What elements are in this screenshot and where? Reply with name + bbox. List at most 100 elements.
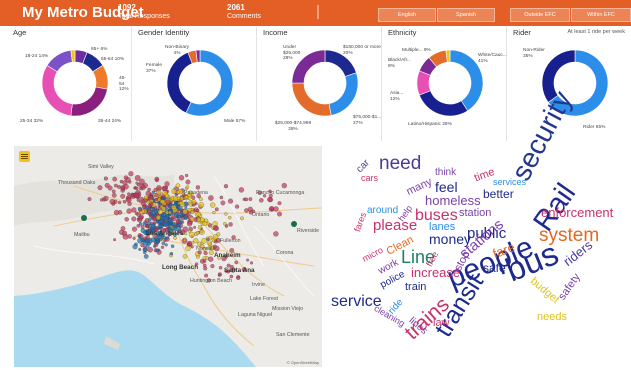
within-efc-button[interactable]: Within EFC bbox=[571, 8, 631, 22]
response-point bbox=[193, 238, 199, 244]
response-point bbox=[165, 210, 169, 215]
response-point bbox=[277, 201, 282, 206]
english-button[interactable]: English bbox=[378, 8, 436, 22]
response-point bbox=[122, 199, 127, 204]
map-label-san-clemente: San Clemente bbox=[276, 332, 310, 338]
outside-efc-button[interactable]: Outside EFC bbox=[510, 8, 570, 22]
map-marker[interactable] bbox=[291, 221, 297, 227]
gender-donut[interactable] bbox=[164, 47, 236, 119]
response-point bbox=[137, 234, 142, 239]
response-point bbox=[193, 225, 197, 229]
word-enforcement[interactable]: enforcement bbox=[541, 206, 613, 219]
word-law[interactable]: law bbox=[433, 318, 450, 329]
response-point bbox=[249, 261, 254, 265]
map-attribution: © OpenStreetMap bbox=[286, 360, 319, 365]
response-point bbox=[120, 193, 126, 199]
response-point bbox=[132, 244, 138, 250]
response-point bbox=[208, 195, 214, 201]
gender-card[interactable]: Gender Identity Non-Binary 4% Female 37%… bbox=[136, 27, 257, 141]
age-label-65plus: 65+ 6% bbox=[91, 47, 108, 52]
response-point bbox=[179, 201, 183, 205]
response-point bbox=[223, 184, 229, 189]
response-point bbox=[154, 197, 158, 201]
response-point bbox=[156, 226, 160, 230]
map-label-mission-viejo: Mission Viejo bbox=[272, 306, 304, 312]
response-point bbox=[155, 220, 159, 224]
response-point bbox=[277, 211, 282, 217]
donut-segment[interactable] bbox=[418, 90, 469, 117]
word-fares[interactable]: fares bbox=[352, 211, 368, 233]
response-point bbox=[177, 196, 181, 201]
response-point bbox=[131, 207, 137, 213]
response-point bbox=[202, 259, 207, 263]
word-better[interactable]: better bbox=[483, 188, 514, 200]
spanish-button[interactable]: Spanish bbox=[437, 8, 495, 22]
word-budget[interactable]: budget bbox=[528, 275, 561, 306]
word-please[interactable]: please bbox=[373, 218, 417, 233]
response-point bbox=[170, 244, 175, 248]
response-point bbox=[236, 275, 240, 279]
response-point bbox=[117, 185, 122, 189]
response-point bbox=[164, 185, 169, 190]
response-point bbox=[224, 224, 229, 228]
word-around[interactable]: around bbox=[367, 206, 398, 216]
response-point bbox=[234, 260, 239, 265]
age-card[interactable]: Age 65+ 6% 55-64 10% 45-54 12% 35-44 24%… bbox=[11, 27, 132, 141]
response-point bbox=[138, 247, 142, 251]
word-micro[interactable]: micro bbox=[361, 245, 385, 264]
response-point bbox=[208, 256, 214, 262]
word-safety[interactable]: safety bbox=[556, 271, 583, 302]
response-point bbox=[217, 272, 222, 277]
income-card[interactable]: Income Under $25,000 28% $150,000 or mor… bbox=[261, 27, 382, 141]
response-point bbox=[145, 190, 151, 197]
response-point bbox=[182, 254, 188, 259]
ethnicity-card[interactable]: Ethnicity Multiple... 9% Black/Afr... 8%… bbox=[386, 27, 507, 141]
donut-segment[interactable] bbox=[328, 72, 359, 116]
response-point bbox=[188, 202, 193, 207]
response-point bbox=[133, 192, 139, 198]
donut-segment[interactable] bbox=[166, 51, 193, 114]
response-point bbox=[107, 185, 113, 191]
rider-subtitle: At least 1 ride per week bbox=[567, 29, 625, 35]
response-point bbox=[204, 273, 209, 278]
donut-segment[interactable] bbox=[291, 82, 332, 117]
map-menu-icon[interactable] bbox=[19, 151, 30, 162]
response-point bbox=[191, 195, 196, 200]
word-need[interactable]: need bbox=[379, 154, 421, 173]
word-feel[interactable]: feel bbox=[435, 180, 458, 194]
response-point bbox=[202, 221, 208, 226]
response-point bbox=[164, 243, 168, 247]
word-lanes[interactable]: lanes bbox=[429, 222, 455, 233]
response-point bbox=[195, 254, 200, 259]
response-point bbox=[162, 190, 168, 196]
comments-label: Comments bbox=[227, 13, 261, 20]
word-cars[interactable]: cars bbox=[361, 174, 378, 183]
response-point bbox=[190, 245, 194, 249]
donut-segment[interactable] bbox=[70, 86, 108, 117]
word-station[interactable]: station bbox=[459, 208, 491, 219]
ethnicity-label-white: White/Cauc... 41% bbox=[478, 53, 507, 64]
responses-map[interactable]: Simi Valley Thousand Oaks Los Angeles Ma… bbox=[14, 146, 322, 367]
word-train[interactable]: train bbox=[405, 282, 426, 293]
response-point bbox=[114, 183, 118, 188]
gender-label-female: Female 37% bbox=[146, 63, 162, 74]
income-title: Income bbox=[263, 28, 288, 37]
comments-word-cloud[interactable]: need security bus people transit trains … bbox=[325, 86, 631, 370]
total-responses-kpi: 1092 Total Responses bbox=[118, 3, 170, 21]
word-think[interactable]: think bbox=[435, 168, 456, 178]
ethnicity-donut[interactable] bbox=[414, 47, 486, 119]
response-point bbox=[190, 210, 195, 215]
word-homeless[interactable]: homeless bbox=[425, 194, 481, 207]
map-marker[interactable] bbox=[81, 215, 87, 221]
response-point bbox=[201, 238, 207, 244]
response-point bbox=[132, 236, 136, 240]
response-point bbox=[185, 245, 191, 252]
response-point bbox=[113, 238, 117, 242]
response-point bbox=[175, 183, 181, 188]
word-needs[interactable]: needs bbox=[537, 312, 567, 323]
donut-segment[interactable] bbox=[41, 64, 73, 117]
word-services[interactable]: services bbox=[493, 178, 526, 187]
response-point bbox=[267, 197, 273, 202]
word-safe[interactable]: safe bbox=[483, 262, 506, 274]
response-point bbox=[117, 210, 123, 215]
